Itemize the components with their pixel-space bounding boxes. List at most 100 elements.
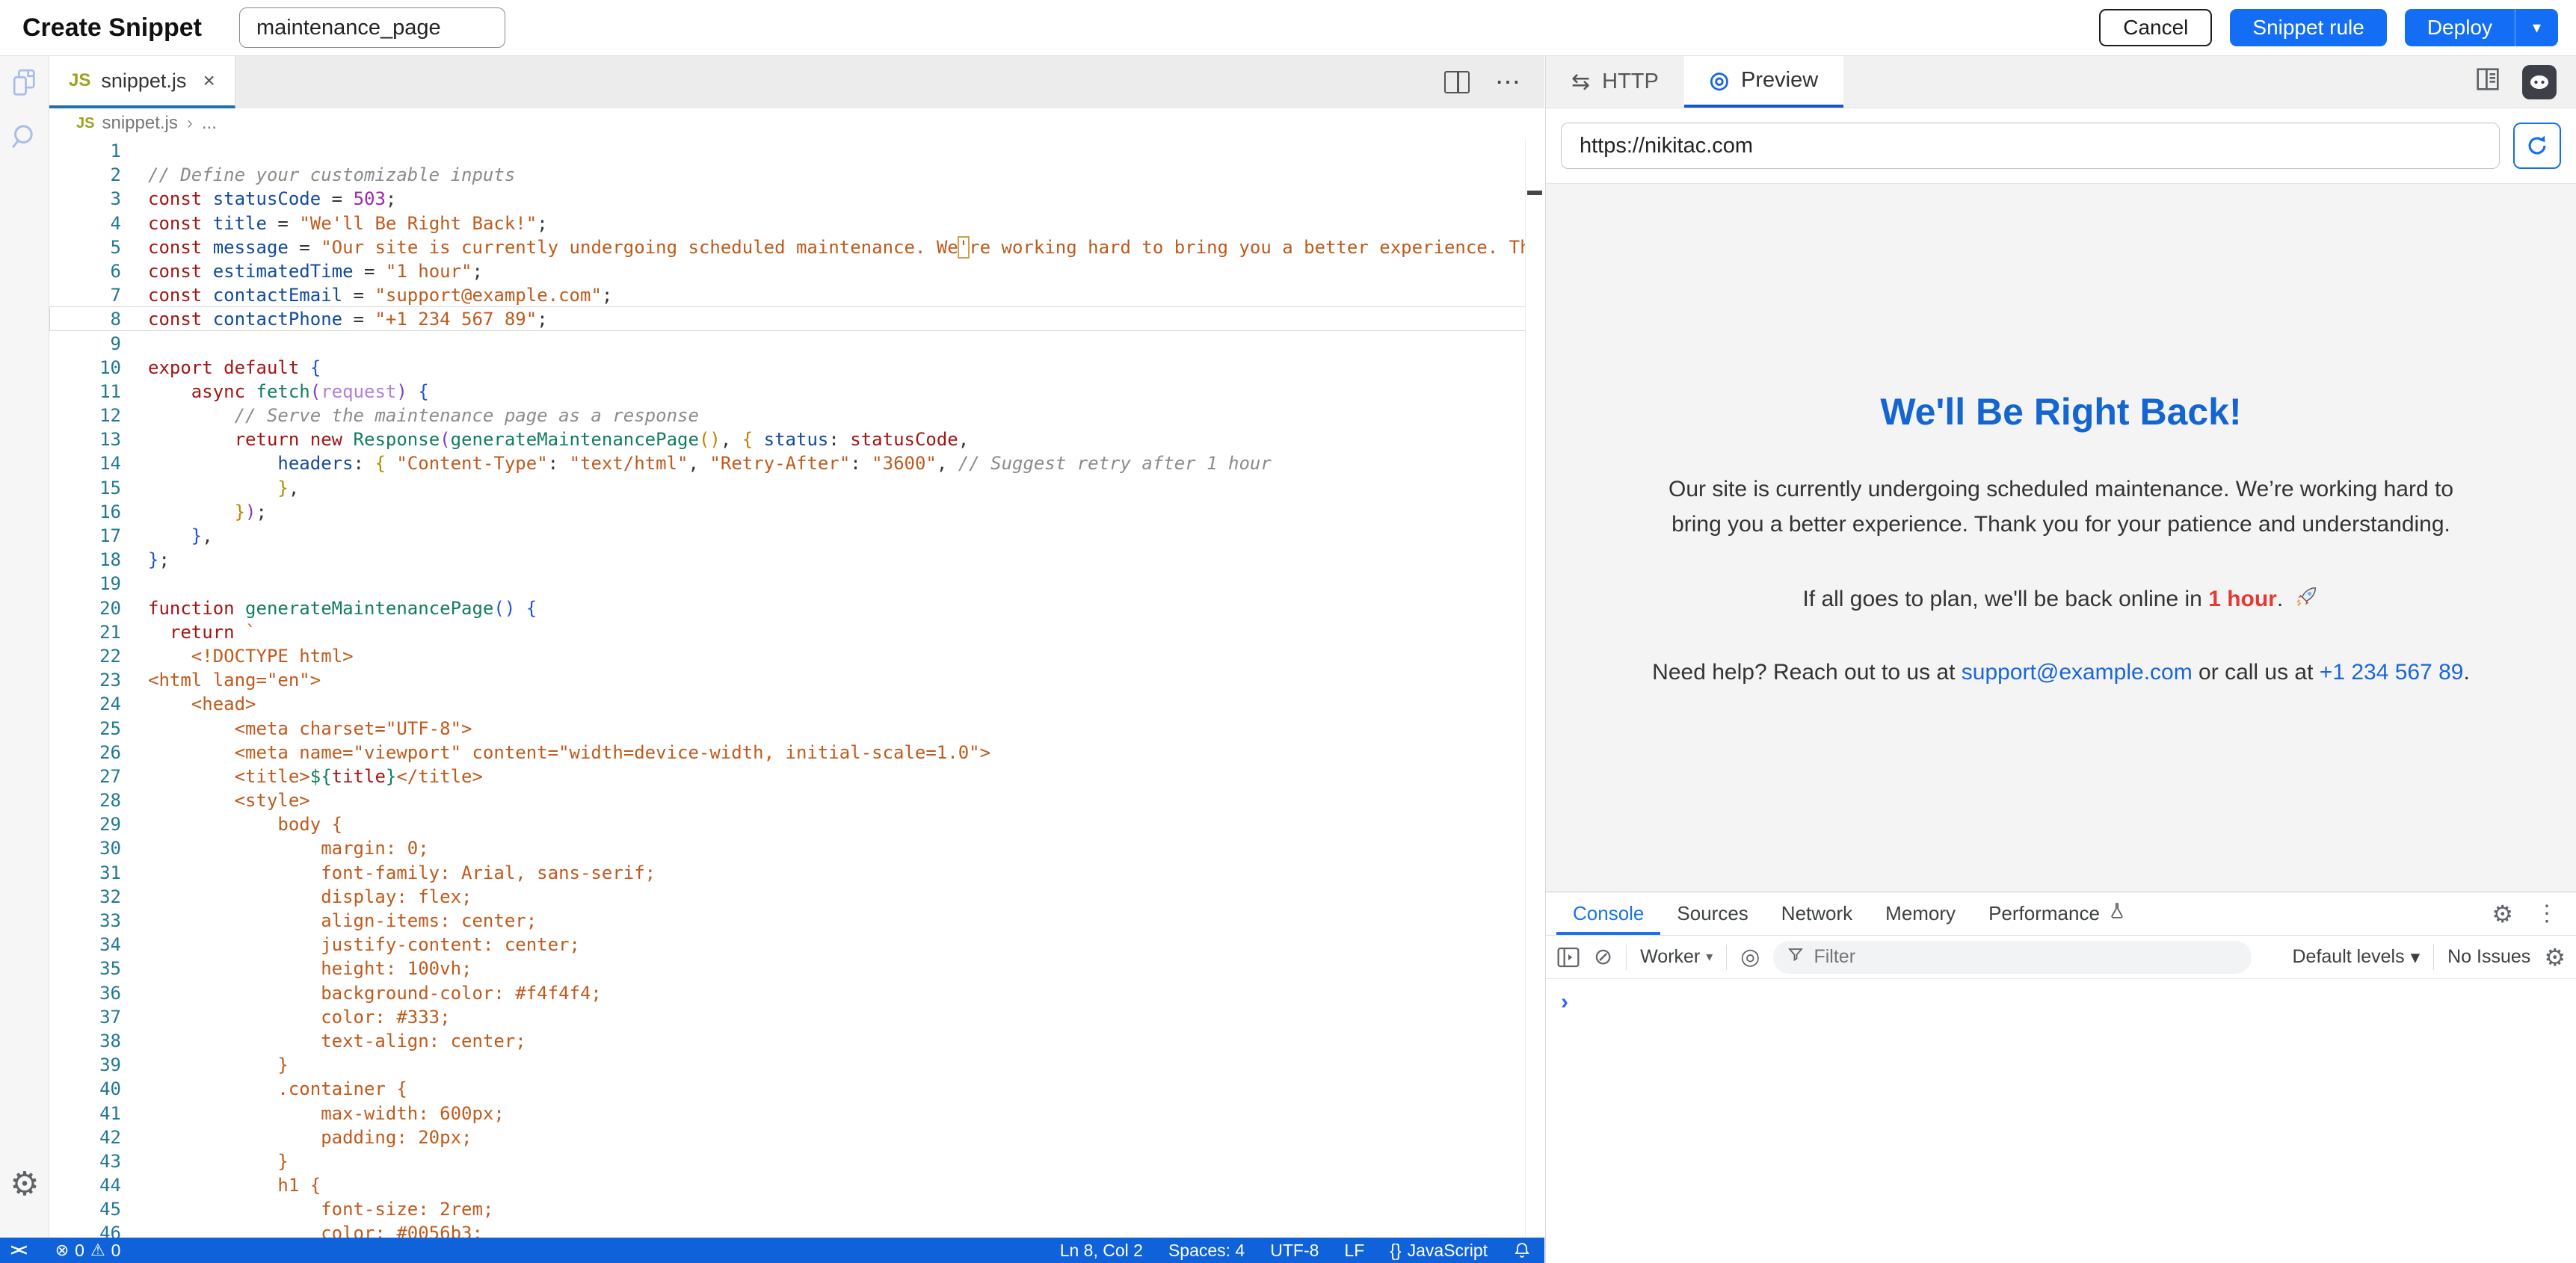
deploy-button[interactable]: Deploy (2405, 9, 2515, 46)
code-line[interactable]: 32 display: flex; (49, 884, 1544, 908)
errors-warnings[interactable]: ⊗ 0 ⚠ 0 (55, 1241, 121, 1261)
line-content: const title = "We'll Be Right Back!"; (121, 211, 548, 234)
code-line[interactable]: 42 padding: 20px; (49, 1125, 1544, 1149)
code-line[interactable]: 37 color: #333; (49, 1004, 1544, 1028)
tab-http[interactable]: ⇆ HTTP (1546, 56, 1684, 108)
files-icon[interactable] (0, 56, 49, 110)
code-line[interactable]: 23<html lang="en"> (49, 667, 1544, 691)
eol-sequence[interactable]: LF (1344, 1241, 1364, 1261)
snippet-rule-button[interactable]: Snippet rule (2230, 9, 2386, 46)
discord-icon[interactable] (2522, 65, 2557, 99)
code-line[interactable]: 41 max-width: 600px; (49, 1101, 1544, 1125)
code-line[interactable]: 30 margin: 0; (49, 836, 1544, 859)
language-mode[interactable]: {} JavaScript (1390, 1241, 1488, 1261)
cursor-position[interactable]: Ln 8, Col 2 (1060, 1241, 1143, 1261)
code-line[interactable]: 1 (49, 138, 1544, 162)
tab-preview[interactable]: ◎ Preview (1684, 56, 1843, 108)
tab-console[interactable]: Console (1556, 892, 1660, 935)
code-line[interactable]: 13 return new Response(generateMaintenan… (49, 427, 1544, 451)
docs-book-icon[interactable] (2473, 64, 2503, 99)
code-line[interactable]: 29 body { (49, 812, 1544, 836)
code-line[interactable]: 7const contactEmail = "support@example.c… (49, 282, 1544, 306)
more-actions-icon[interactable]: ⋯ (1495, 67, 1522, 97)
code-line[interactable]: 16 }); (49, 499, 1544, 523)
devtools-kebab-icon[interactable]: ⋮ (2536, 901, 2558, 927)
tab-performance[interactable]: Performance (1972, 892, 2143, 935)
console-settings-gear-icon[interactable]: ⚙ (2544, 943, 2566, 972)
notifications-bell-icon[interactable] (1513, 1241, 1531, 1259)
phone-link[interactable]: +1 234 567 89 (2320, 660, 2464, 685)
settings-gear-icon[interactable]: ⚙ (0, 1157, 49, 1211)
split-editor-icon[interactable] (1444, 71, 1470, 93)
deploy-dropdown-button[interactable]: ▾ (2515, 9, 2558, 46)
refresh-button[interactable] (2513, 123, 2561, 169)
code-line[interactable]: 25 <meta charset="UTF-8"> (49, 716, 1544, 740)
breadcrumb-symbol[interactable]: ... (202, 113, 217, 134)
tab-sources[interactable]: Sources (1660, 892, 1764, 935)
support-email-link[interactable]: support@example.com (1962, 660, 2193, 685)
code-line[interactable]: 39 } (49, 1052, 1544, 1076)
code-line[interactable]: 15 }, (49, 475, 1544, 499)
code-line[interactable]: 34 justify-content: center; (49, 932, 1544, 956)
editor-scrollbar[interactable] (1525, 138, 1544, 1238)
code-line[interactable]: 14 headers: { "Content-Type": "text/html… (49, 451, 1544, 475)
code-line[interactable]: 8const contactPhone = "+1 234 567 89"; (49, 306, 1544, 330)
code-line[interactable]: 36 background-color: #f4f4f4; (49, 981, 1544, 1004)
log-levels-dropdown[interactable]: Default levels ▾ (2293, 946, 2421, 969)
code-line[interactable]: 19 (49, 571, 1544, 595)
code-line[interactable]: 6const estimatedTime = "1 hour"; (49, 259, 1544, 282)
code-line[interactable]: 22 <!DOCTYPE html> (49, 643, 1544, 667)
line-content: justify-content: center; (121, 933, 580, 955)
code-line[interactable]: 38 text-align: center; (49, 1028, 1544, 1052)
code-line[interactable]: 10export default { (49, 355, 1544, 379)
tab-network[interactable]: Network (1765, 892, 1869, 935)
search-icon[interactable] (0, 110, 49, 164)
clear-console-icon[interactable]: ⊘ (1594, 944, 1612, 970)
code-line[interactable]: 18}; (49, 547, 1544, 571)
breadcrumb[interactable]: JS snippet.js › ... (49, 108, 1544, 138)
tab-snippet-js[interactable]: JS snippet.js × (49, 56, 235, 108)
console-sidebar-toggle-icon[interactable] (1556, 946, 1580, 969)
live-expression-eye-icon[interactable]: ◎ (1740, 944, 1760, 970)
snippet-name-input[interactable] (239, 7, 505, 48)
code-line[interactable]: 31 font-family: Arial, sans-serif; (49, 860, 1544, 884)
code-line[interactable]: 35 height: 100vh; (49, 956, 1544, 980)
url-input[interactable] (1561, 123, 2500, 169)
code-line[interactable]: 27 <title>${title}</title> (49, 764, 1544, 788)
line-number: 27 (50, 765, 121, 787)
cancel-button[interactable]: Cancel (2099, 9, 2212, 46)
tab-memory[interactable]: Memory (1869, 892, 1972, 935)
code-line[interactable]: 2// Define your customizable inputs (49, 162, 1544, 186)
context-selector[interactable]: Worker ▾ (1640, 946, 1713, 968)
indentation[interactable]: Spaces: 4 (1168, 1241, 1245, 1261)
code-line[interactable]: 9 (49, 331, 1544, 355)
line-content: text-align: center; (121, 1029, 526, 1052)
code-line[interactable]: 40 .container { (49, 1076, 1544, 1100)
code-line[interactable]: 28 <style> (49, 788, 1544, 812)
code-line[interactable]: 20function generateMaintenancePage() { (49, 596, 1544, 620)
remote-indicator-icon[interactable]: >< (10, 1241, 25, 1260)
breadcrumb-file[interactable]: snippet.js (102, 113, 177, 134)
code-line[interactable]: 3const statusCode = 503; (49, 186, 1544, 210)
code-line[interactable]: 44 h1 { (49, 1173, 1544, 1196)
code-line[interactable]: 21 return ` (49, 620, 1544, 643)
close-tab-icon[interactable]: × (203, 69, 215, 93)
console-log-area[interactable]: › (1546, 979, 2576, 1015)
filter-input[interactable] (1814, 946, 2238, 968)
code-line[interactable]: 17 }, (49, 523, 1544, 547)
code-line[interactable]: 26 <meta name="viewport" content="width=… (49, 740, 1544, 764)
encoding[interactable]: UTF-8 (1270, 1241, 1319, 1261)
code-line[interactable]: 11 async fetch(request) { (49, 379, 1544, 403)
code-line[interactable]: 12 // Serve the maintenance page as a re… (49, 403, 1544, 427)
code-line[interactable]: 43 } (49, 1149, 1544, 1173)
code-line[interactable]: 33 align-items: center; (49, 908, 1544, 932)
code-line[interactable]: 4const title = "We'll Be Right Back!"; (49, 211, 1544, 235)
code-line[interactable]: 46 color: #0056b3; (49, 1220, 1544, 1238)
issues-counter[interactable]: No Issues (2447, 946, 2530, 968)
code-line[interactable]: 24 <head> (49, 691, 1544, 715)
code-line[interactable]: 45 font-size: 2rem; (49, 1196, 1544, 1220)
devtools-settings-gear-icon[interactable]: ⚙ (2492, 900, 2513, 928)
code-line[interactable]: 5const message = "Our site is currently … (49, 235, 1544, 259)
code-editor[interactable]: 12// Define your customizable inputs3con… (49, 138, 1544, 1238)
line-number: 17 (50, 524, 121, 546)
